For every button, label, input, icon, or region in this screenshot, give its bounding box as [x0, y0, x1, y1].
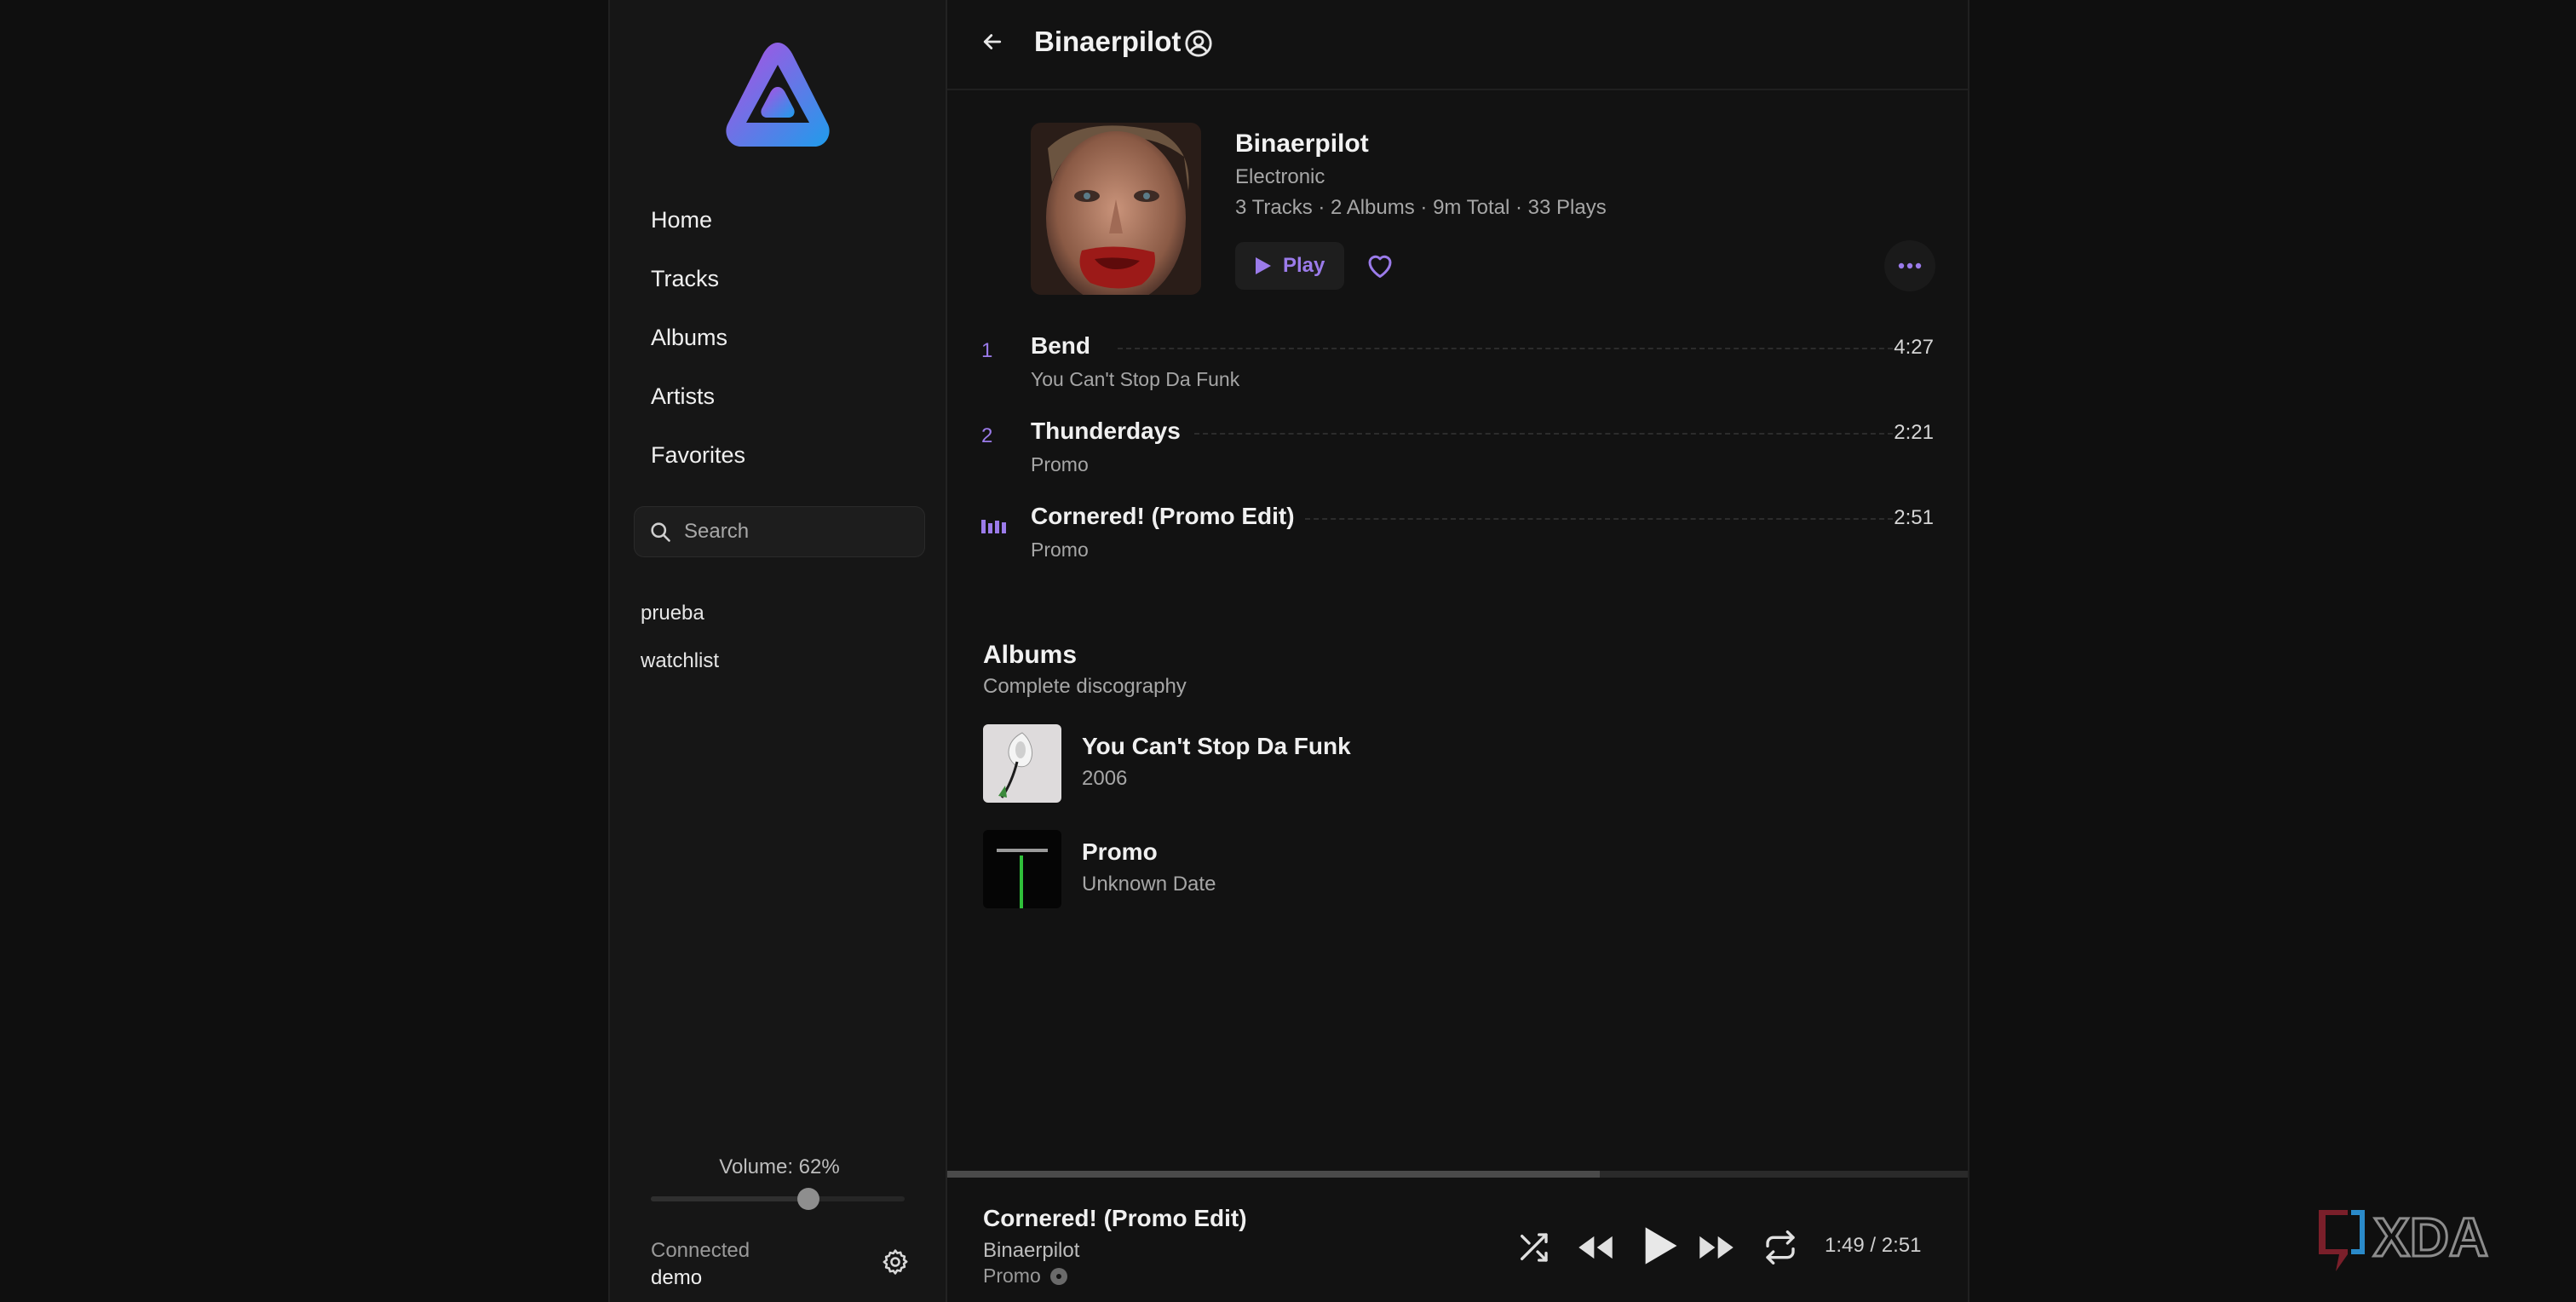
watermark-text: XDA — [2373, 1207, 2488, 1268]
artist-stats: 3 Tracks · 2 Albums · 9m Total · 33 Play… — [1235, 196, 1607, 219]
track-album-link[interactable]: You Can't Stop Da Funk — [1031, 368, 1239, 391]
search-box[interactable] — [634, 506, 925, 557]
artist-photo — [1031, 123, 1201, 295]
track-row[interactable]: 2 Thunderdays 2:21 Promo — [947, 412, 1968, 489]
nav-artists[interactable]: Artists — [651, 374, 745, 433]
track-leader-line — [1194, 433, 1893, 435]
favorite-heart-icon[interactable] — [1365, 251, 1395, 279]
main-nav: Home Tracks Albums Artists Favorites — [651, 198, 745, 492]
track-title: Cornered! (Promo Edit) — [1031, 503, 1295, 529]
album-year: 2006 — [1082, 767, 1128, 790]
playback-time: 1:49 / 2:51 — [1825, 1234, 1921, 1258]
current-time: 1:49 — [1825, 1234, 1865, 1257]
back-arrow-icon[interactable] — [980, 29, 1005, 55]
settings-gear-icon[interactable] — [881, 1247, 910, 1276]
albums-section-title: Albums — [983, 641, 1078, 669]
album-year: Unknown Date — [1082, 873, 1216, 896]
playlist-list: prueba watchlist — [641, 596, 719, 692]
album-cover — [983, 830, 1061, 908]
artist-genre: Electronic — [1235, 165, 1325, 188]
disc-icon — [1049, 1267, 1067, 1285]
track-album-link[interactable]: Promo — [1031, 539, 1089, 562]
volume-slider[interactable] — [651, 1188, 905, 1210]
repeat-icon[interactable] — [1763, 1230, 1797, 1265]
artist-profile-icon — [1185, 30, 1212, 57]
nav-albums[interactable]: Albums — [651, 315, 745, 374]
sidebar: Home Tracks Albums Artists Favorites pru… — [608, 0, 947, 1302]
track-row-playing[interactable]: Cornered! (Promo Edit) 2:51 Promo — [947, 498, 1968, 574]
search-input[interactable] — [682, 519, 916, 544]
track-title: Bend — [1031, 332, 1090, 359]
more-horizontal-icon — [1898, 262, 1922, 269]
play-icon — [1256, 257, 1271, 274]
album-cover — [983, 724, 1061, 803]
volume-slider-thumb[interactable] — [796, 1188, 819, 1210]
track-number: 2 — [981, 424, 993, 447]
playback-progress-bar[interactable] — [947, 1171, 1968, 1178]
xda-watermark-logo: XDA — [2319, 1206, 2490, 1271]
track-row[interactable]: 1 Bend 4:27 You Can't Stop Da Funk — [947, 327, 1968, 404]
track-title: Thunderdays — [1031, 418, 1181, 444]
shuffle-icon[interactable] — [1516, 1230, 1550, 1265]
track-leader-line — [1305, 518, 1893, 520]
track-duration: 2:21 — [1894, 421, 1934, 444]
more-options-button[interactable] — [1884, 240, 1935, 291]
rewind-icon[interactable] — [1576, 1230, 1615, 1265]
track-leader-line — [1118, 348, 1893, 349]
artist-page: Binaerpilot Binaerpilot Electronic 3 Tra… — [947, 0, 1969, 1302]
album-item[interactable]: Promo Unknown Date — [983, 830, 1750, 908]
now-playing-album-label: Promo — [983, 1265, 1041, 1287]
track-number: 1 — [981, 339, 993, 362]
album-name: Promo — [1082, 838, 1158, 865]
time-separator: / — [1870, 1234, 1877, 1257]
search-icon — [651, 522, 670, 542]
top-bar: Binaerpilot — [947, 0, 1968, 90]
play-artist-button[interactable]: Play — [1235, 242, 1344, 290]
playback-progress-fill — [947, 1171, 1600, 1178]
track-album-link[interactable]: Promo — [1031, 453, 1089, 476]
now-playing-artist[interactable]: Binaerpilot — [983, 1239, 1079, 1263]
connection-status: Connected — [651, 1239, 750, 1262]
page-title: Binaerpilot — [1034, 26, 1182, 57]
app-logo-icon — [726, 43, 830, 147]
now-playing-title: Cornered! (Promo Edit) — [983, 1205, 1247, 1231]
nav-favorites[interactable]: Favorites — [651, 433, 745, 492]
play-pause-icon[interactable] — [1641, 1224, 1680, 1268]
playlist-item-watchlist[interactable]: watchlist — [641, 644, 719, 692]
track-duration: 2:51 — [1894, 506, 1934, 529]
connection-user: demo — [651, 1266, 703, 1289]
nav-tracks[interactable]: Tracks — [651, 256, 745, 315]
album-item[interactable]: You Can't Stop Da Funk 2006 — [983, 724, 1750, 803]
now-playing-equalizer-icon — [981, 520, 1006, 533]
play-button-label: Play — [1283, 254, 1325, 277]
albums-section-subtitle: Complete discography — [983, 675, 1187, 698]
playlist-item-prueba[interactable]: prueba — [641, 596, 719, 644]
track-duration: 4:27 — [1894, 336, 1934, 359]
now-playing-album[interactable]: Promo — [983, 1265, 1068, 1288]
total-time: 2:51 — [1881, 1234, 1922, 1257]
volume-slider-fill — [651, 1196, 808, 1201]
volume-label: Volume: 62% — [719, 1155, 840, 1178]
nav-home[interactable]: Home — [651, 198, 745, 256]
fast-forward-icon[interactable] — [1697, 1230, 1736, 1265]
artist-name: Binaerpilot — [1235, 130, 1369, 158]
album-name: You Can't Stop Da Funk — [1082, 733, 1351, 759]
